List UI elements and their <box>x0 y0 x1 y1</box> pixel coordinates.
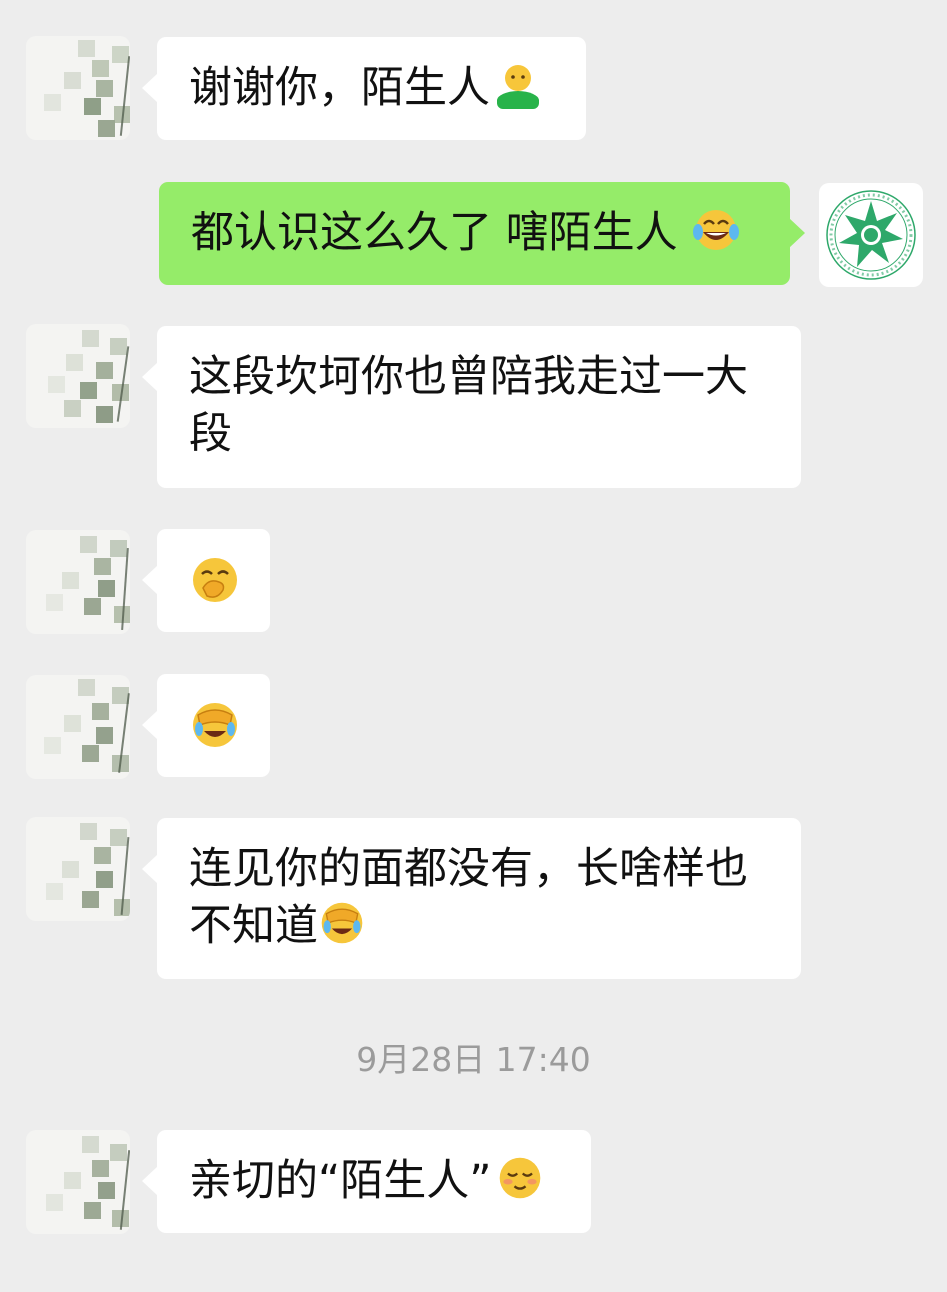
incoming-message-bubble[interactable]: 这段坎坷你也曾陪我走过一大 段 <box>142 326 801 488</box>
message-row: 亲切的“陌生人” <box>0 1115 947 1245</box>
tears-of-joy-emoji <box>692 210 739 250</box>
blushing-smile-emoji <box>499 1157 540 1199</box>
outgoing-message-bubble[interactable]: 都认识这么久了 嗐陌生人 <box>159 182 805 285</box>
message-text: 谢谢你，陌生人 <box>189 63 490 113</box>
contact-avatar[interactable] <box>26 817 130 921</box>
user-avatar[interactable] <box>819 183 923 287</box>
message-text: 都认识这么久了 嗐陌生人 <box>191 208 678 258</box>
contact-avatar[interactable] <box>26 324 130 428</box>
hand-over-mouth-emoji <box>193 558 237 602</box>
message-row <box>0 665 947 790</box>
person-green-shirt-emoji <box>497 65 539 109</box>
incoming-message-bubble[interactable] <box>142 674 270 777</box>
facepalm-crying-emoji <box>321 902 363 944</box>
contact-avatar[interactable] <box>26 36 130 140</box>
message-row <box>0 520 947 645</box>
message-row: 连见你的面都没有，长啥样也 不知道 <box>0 805 947 985</box>
message-text-line: 这段坎坷你也曾陪我走过一大 <box>189 352 748 402</box>
message-text-line: 段 <box>189 409 232 459</box>
message-text-line: 不知道 <box>189 901 318 951</box>
incoming-message-bubble[interactable]: 连见你的面都没有，长啥样也 不知道 <box>142 818 801 979</box>
message-row: 谢谢你，陌生人 <box>0 0 947 150</box>
chat-conversation[interactable]: 谢谢你，陌生人 都认识这么久了 嗐陌生人 这段坎坷你也曾陪我走过一大 段 连见你… <box>0 0 947 1292</box>
contact-avatar[interactable] <box>26 675 130 779</box>
contact-avatar[interactable] <box>26 530 130 634</box>
message-row: 都认识这么久了 嗐陌生人 <box>0 170 947 300</box>
message-text-line: 连见你的面都没有，长啥样也 <box>189 844 748 894</box>
incoming-message-bubble[interactable]: 亲切的“陌生人” <box>142 1130 591 1233</box>
timestamp-divider: 9月28日 17:40 <box>356 1040 591 1079</box>
incoming-message-bubble[interactable]: 谢谢你，陌生人 <box>142 37 586 140</box>
contact-avatar[interactable] <box>26 1130 130 1234</box>
message-text: 亲切的“陌生人” <box>189 1156 492 1206</box>
seal-logo-icon <box>826 190 916 280</box>
incoming-message-bubble[interactable] <box>142 529 270 632</box>
message-row: 这段坎坷你也曾陪我走过一大 段 <box>0 310 947 500</box>
facepalm-crying-emoji <box>193 703 237 747</box>
